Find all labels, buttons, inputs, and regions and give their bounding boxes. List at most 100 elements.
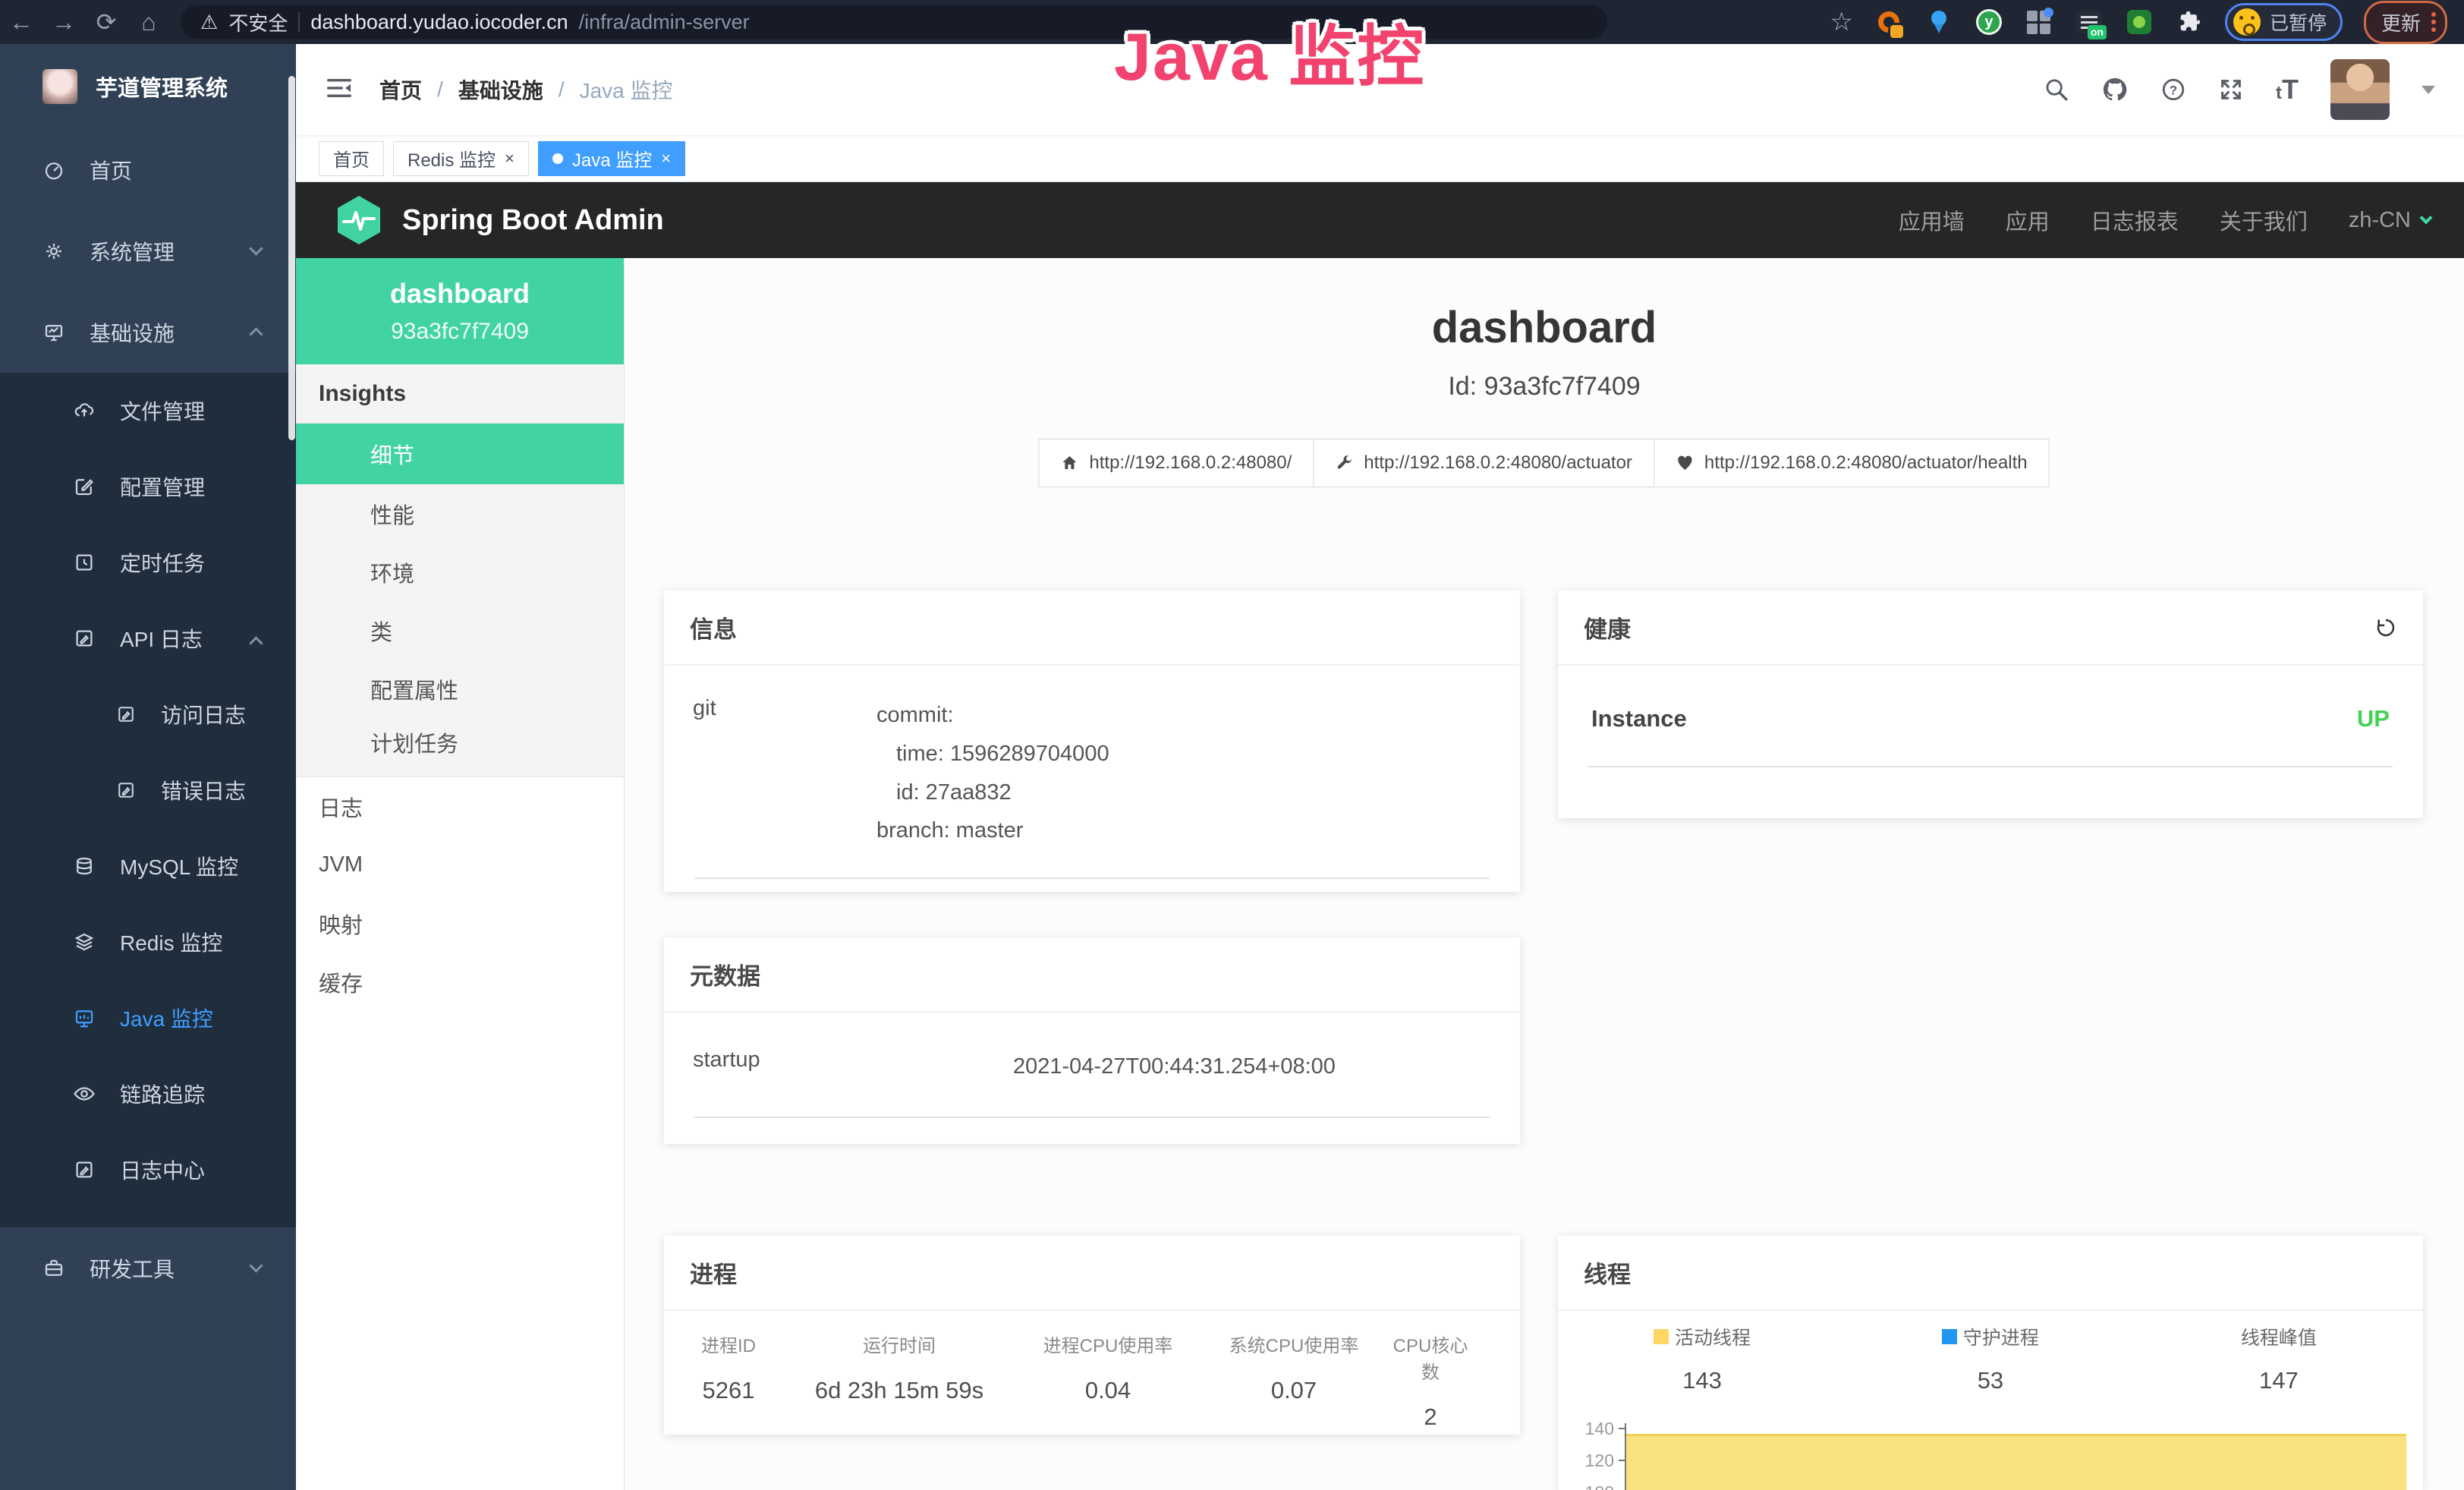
extension-y-icon[interactable]: y bbox=[1975, 8, 2003, 36]
info-value: commit: time: 1596289704000 id: 27aa832 … bbox=[876, 696, 1109, 850]
sba-nav-applications[interactable]: 应用 bbox=[2006, 204, 2050, 236]
gear-icon bbox=[42, 240, 65, 263]
sba-menu-configprops[interactable]: 配置属性 bbox=[296, 660, 624, 718]
sidebar-item-java[interactable]: Java 监控 bbox=[0, 980, 296, 1056]
sba-menu-logfile[interactable]: 日志 bbox=[296, 777, 624, 836]
browser-menu-kebab-icon[interactable] bbox=[2431, 12, 2436, 32]
process-col-header: 进程ID bbox=[672, 1331, 785, 1357]
tab-close-icon[interactable]: × bbox=[505, 149, 515, 169]
breadcrumb-infra[interactable]: 基础设施 bbox=[458, 74, 543, 105]
extension-grid-icon[interactable] bbox=[2025, 8, 2053, 36]
instance-id: 93a3fc7f7409 bbox=[391, 319, 529, 345]
sba-menu-classes[interactable]: 类 bbox=[296, 601, 624, 660]
sidebar-item-mysql[interactable]: MySQL 监控 bbox=[0, 828, 296, 904]
sidebar-item-log-center[interactable]: 日志中心 bbox=[0, 1132, 296, 1208]
sidebar-item-job[interactable]: 定时任务 bbox=[0, 524, 296, 600]
app-logo-row[interactable]: 芋道管理系统 bbox=[0, 44, 296, 129]
health-url-button[interactable]: http://192.168.0.2:48080/actuator/health bbox=[1654, 439, 2050, 487]
sidebar-item-redis[interactable]: Redis 监控 bbox=[0, 904, 296, 980]
sba-menu-caches[interactable]: 缓存 bbox=[296, 953, 624, 1011]
url-divider bbox=[298, 12, 300, 32]
service-url-button[interactable]: http://192.168.0.2:48080/ bbox=[1038, 439, 1314, 487]
health-url-label: http://192.168.0.2:48080/actuator/health bbox=[1704, 452, 2028, 474]
github-icon[interactable] bbox=[2101, 76, 2129, 103]
divider bbox=[694, 877, 1490, 879]
extension-colorzilla-icon[interactable] bbox=[1874, 8, 1903, 36]
sidebar-item-label: 日志中心 bbox=[120, 1155, 205, 1185]
browser-reload-icon[interactable]: ⟳ bbox=[85, 8, 127, 36]
sidebar-item-trace[interactable]: 链路追踪 bbox=[0, 1056, 296, 1132]
sba-group-title: Insights bbox=[296, 364, 624, 424]
sidebar-item-file[interactable]: 文件管理 bbox=[0, 373, 296, 449]
threads-legend: 活动线程 143 守护进程 53 线程峰值 147 bbox=[1558, 1311, 2423, 1394]
browser-back-icon[interactable]: ← bbox=[0, 8, 42, 36]
y-axis-tick-label: 120 bbox=[1572, 1451, 1614, 1471]
sba-language-select[interactable]: zh-CN bbox=[2349, 208, 2431, 233]
tab-label: Redis 监控 bbox=[408, 145, 496, 172]
sba-nav-about[interactable]: 关于我们 bbox=[2220, 204, 2308, 236]
sba-menu-mappings[interactable]: 映射 bbox=[296, 894, 624, 953]
briefcase-icon bbox=[42, 1257, 65, 1280]
sidebar-item-home[interactable]: 首页 bbox=[0, 129, 296, 210]
hamburger-icon[interactable] bbox=[325, 74, 354, 106]
sba-menu-details[interactable]: 细节 bbox=[296, 424, 624, 484]
edit-icon bbox=[73, 475, 96, 498]
process-col-header: 运行时间 bbox=[785, 1331, 1013, 1357]
monitor-icon bbox=[42, 321, 65, 344]
sidebar-scrollbar-thumb[interactable] bbox=[288, 76, 295, 440]
legend-value: 53 bbox=[1978, 1367, 2003, 1394]
sba-language-value: zh-CN bbox=[2349, 208, 2411, 233]
sba-menu-metrics[interactable]: 性能 bbox=[296, 484, 624, 543]
user-avatar[interactable] bbox=[2330, 59, 2390, 120]
sidebar-item-dev-tools[interactable]: 研发工具 bbox=[0, 1227, 296, 1309]
sidebar-item-label: 定时任务 bbox=[120, 547, 205, 578]
browser-forward-icon[interactable]: → bbox=[42, 8, 85, 36]
sba-menu-scheduled-tasks[interactable]: 计划任务 bbox=[296, 718, 624, 777]
chevron-down-icon bbox=[249, 241, 263, 255]
extension-screenshot-icon[interactable] bbox=[2125, 8, 2154, 36]
profile-paused-pill[interactable]: 已暂停 bbox=[2225, 3, 2343, 41]
home-icon bbox=[1060, 454, 1078, 472]
sidebar-item-label: 链路追踪 bbox=[120, 1079, 205, 1109]
sba-instance-header[interactable]: dashboard 93a3fc7f7409 bbox=[296, 258, 624, 364]
sba-menu-env[interactable]: 环境 bbox=[296, 543, 624, 601]
chrome-update-button[interactable]: 更新 bbox=[2364, 1, 2447, 44]
actuator-url-button[interactable]: http://192.168.0.2:48080/actuator bbox=[1313, 439, 1654, 487]
sba-nav-wallboard[interactable]: 应用墙 bbox=[1899, 204, 1965, 236]
process-card-title: 进程 bbox=[664, 1236, 1520, 1311]
address-bar[interactable]: ⚠ 不安全 dashboard.yudao.iocoder.cn /infra/… bbox=[181, 5, 1607, 39]
fullscreen-icon[interactable] bbox=[2218, 77, 2244, 102]
tab-close-icon[interactable]: × bbox=[661, 149, 671, 169]
sidebar-item-access-log[interactable]: 访问日志 bbox=[0, 676, 296, 752]
metadata-key: startup bbox=[664, 1047, 1013, 1086]
extension-list-icon[interactable]: on bbox=[2075, 8, 2104, 36]
legend-swatch-active bbox=[1654, 1329, 1669, 1344]
browser-toolbar-right: ☆ y on 已暂停 更新 bbox=[1830, 1, 2464, 44]
font-size-icon[interactable]: tT bbox=[2276, 74, 2299, 106]
sidebar-item-error-log[interactable]: 错误日志 bbox=[0, 752, 296, 828]
sba-nav-journal[interactable]: 日志报表 bbox=[2091, 204, 2179, 236]
breadcrumb-home[interactable]: 首页 bbox=[379, 74, 422, 105]
avatar-caret-icon[interactable] bbox=[2422, 86, 2435, 94]
bookmark-star-icon[interactable]: ☆ bbox=[1830, 7, 1852, 37]
browser-home-icon[interactable]: ⌂ bbox=[127, 8, 170, 36]
security-label[interactable]: 不安全 bbox=[228, 8, 288, 36]
cloud-upload-icon bbox=[73, 399, 96, 422]
sidebar-item-system[interactable]: 系统管理 bbox=[0, 210, 296, 291]
sidebar-item-api-log[interactable]: API 日志 bbox=[0, 600, 296, 676]
sba-brand-title[interactable]: Spring Boot Admin bbox=[402, 204, 664, 237]
sba-menu-jvm[interactable]: JVM bbox=[296, 836, 624, 894]
history-icon[interactable] bbox=[2374, 616, 2397, 639]
tab-home[interactable]: 首页 bbox=[319, 141, 384, 176]
search-icon[interactable] bbox=[2044, 77, 2069, 102]
extension-pin-icon[interactable] bbox=[1924, 8, 1953, 36]
instance-links: http://192.168.0.2:48080/ http://192.168… bbox=[1039, 439, 2049, 487]
tab-java[interactable]: Java 监控 × bbox=[538, 141, 685, 176]
help-icon[interactable]: ? bbox=[2160, 77, 2186, 102]
tab-redis[interactable]: Redis 监控 × bbox=[393, 141, 529, 176]
sidebar-item-config[interactable]: 配置管理 bbox=[0, 449, 296, 524]
wrench-icon bbox=[1335, 454, 1353, 472]
sidebar-item-infra[interactable]: 基础设施 bbox=[0, 291, 296, 373]
active-threads-area-series bbox=[1626, 1434, 2406, 1490]
extensions-puzzle-icon[interactable] bbox=[2175, 8, 2204, 36]
